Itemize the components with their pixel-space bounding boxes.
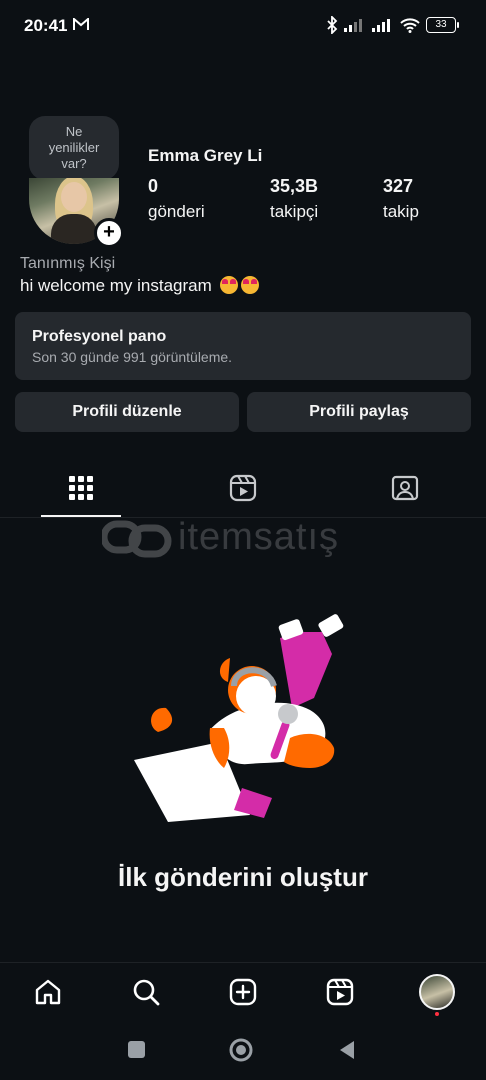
add-story-icon[interactable]: + — [94, 218, 124, 248]
nav-search[interactable] — [126, 972, 166, 1012]
search-icon — [133, 979, 160, 1006]
edit-profile-button[interactable]: Profili düzenle — [15, 392, 239, 432]
stat-value: 327 — [383, 176, 414, 196]
watermark-text: itemsatış — [178, 516, 340, 558]
notification-dot — [435, 1012, 439, 1016]
home-button-icon[interactable] — [229, 1038, 253, 1062]
professional-dashboard[interactable] — [15, 312, 471, 380]
profile-bio: hi welcome my instagram — [20, 276, 259, 296]
stat-label: takipçi — [270, 202, 319, 221]
nav-home[interactable] — [28, 972, 68, 1012]
stat-value: 35,3B — [270, 176, 319, 196]
recent-apps-icon[interactable] — [127, 1040, 147, 1060]
home-icon — [35, 979, 61, 1005]
smiling-face-hearts-emoji — [240, 276, 259, 294]
back-icon[interactable] — [338, 1040, 356, 1060]
whats-new-line-2: yenilikler — [48, 140, 100, 155]
username: Emma Grey Li — [148, 146, 263, 165]
whats-new-bubble[interactable]: Ne yenilikler var? — [29, 116, 119, 180]
status-time: 20:41 — [24, 16, 68, 35]
stat-posts[interactable]: 0 gönderi — [148, 176, 205, 222]
bluetooth-icon — [327, 16, 338, 34]
nav-profile-avatar[interactable] — [419, 974, 455, 1010]
active-tab-indicator — [41, 515, 121, 517]
wifi-icon — [400, 18, 420, 33]
dashboard-subtitle: Son 30 günde 991 görüntüleme. — [32, 349, 233, 365]
empty-state-title: İlk gönderini oluştur — [118, 862, 368, 892]
stat-following[interactable]: 327 takip — [383, 176, 419, 222]
bio-text: hi welcome my instagram — [20, 276, 212, 295]
nav-create[interactable] — [223, 972, 263, 1012]
grid-icon — [69, 476, 93, 500]
whats-new-line-3: var? — [61, 156, 87, 171]
stat-label: takip — [383, 202, 419, 221]
tab-reels[interactable] — [162, 470, 324, 518]
stat-value: 0 — [148, 176, 159, 196]
bottom-nav-divider — [0, 962, 486, 963]
dashboard-title: Profesyonel pano — [32, 328, 167, 345]
reels-icon — [229, 474, 257, 502]
create-icon — [229, 978, 257, 1006]
signal-icon — [344, 19, 362, 32]
profile-category: Tanınmış Kişi — [20, 255, 116, 272]
tab-tagged[interactable] — [324, 470, 486, 518]
status-icons: 33 — [326, 16, 459, 34]
whats-new-line-1: Ne — [65, 124, 83, 139]
stat-followers[interactable]: 35,3B takipçi — [270, 176, 318, 222]
share-profile-button[interactable]: Profili paylaş — [247, 392, 471, 432]
profile-tabs — [0, 470, 486, 518]
nav-reels[interactable] — [320, 972, 360, 1012]
stat-label: gönderi — [148, 202, 205, 221]
tagged-icon — [391, 475, 419, 501]
reels-icon — [326, 978, 354, 1006]
tab-grid[interactable] — [0, 470, 162, 518]
battery-icon: 33 — [426, 17, 459, 33]
signal-icon-2 — [372, 19, 390, 32]
status-bar: 20:41 33 — [0, 0, 486, 56]
gmail-icon — [73, 18, 89, 30]
smiling-face-hearts-emoji — [219, 276, 238, 294]
create-post-illustration — [134, 614, 344, 822]
